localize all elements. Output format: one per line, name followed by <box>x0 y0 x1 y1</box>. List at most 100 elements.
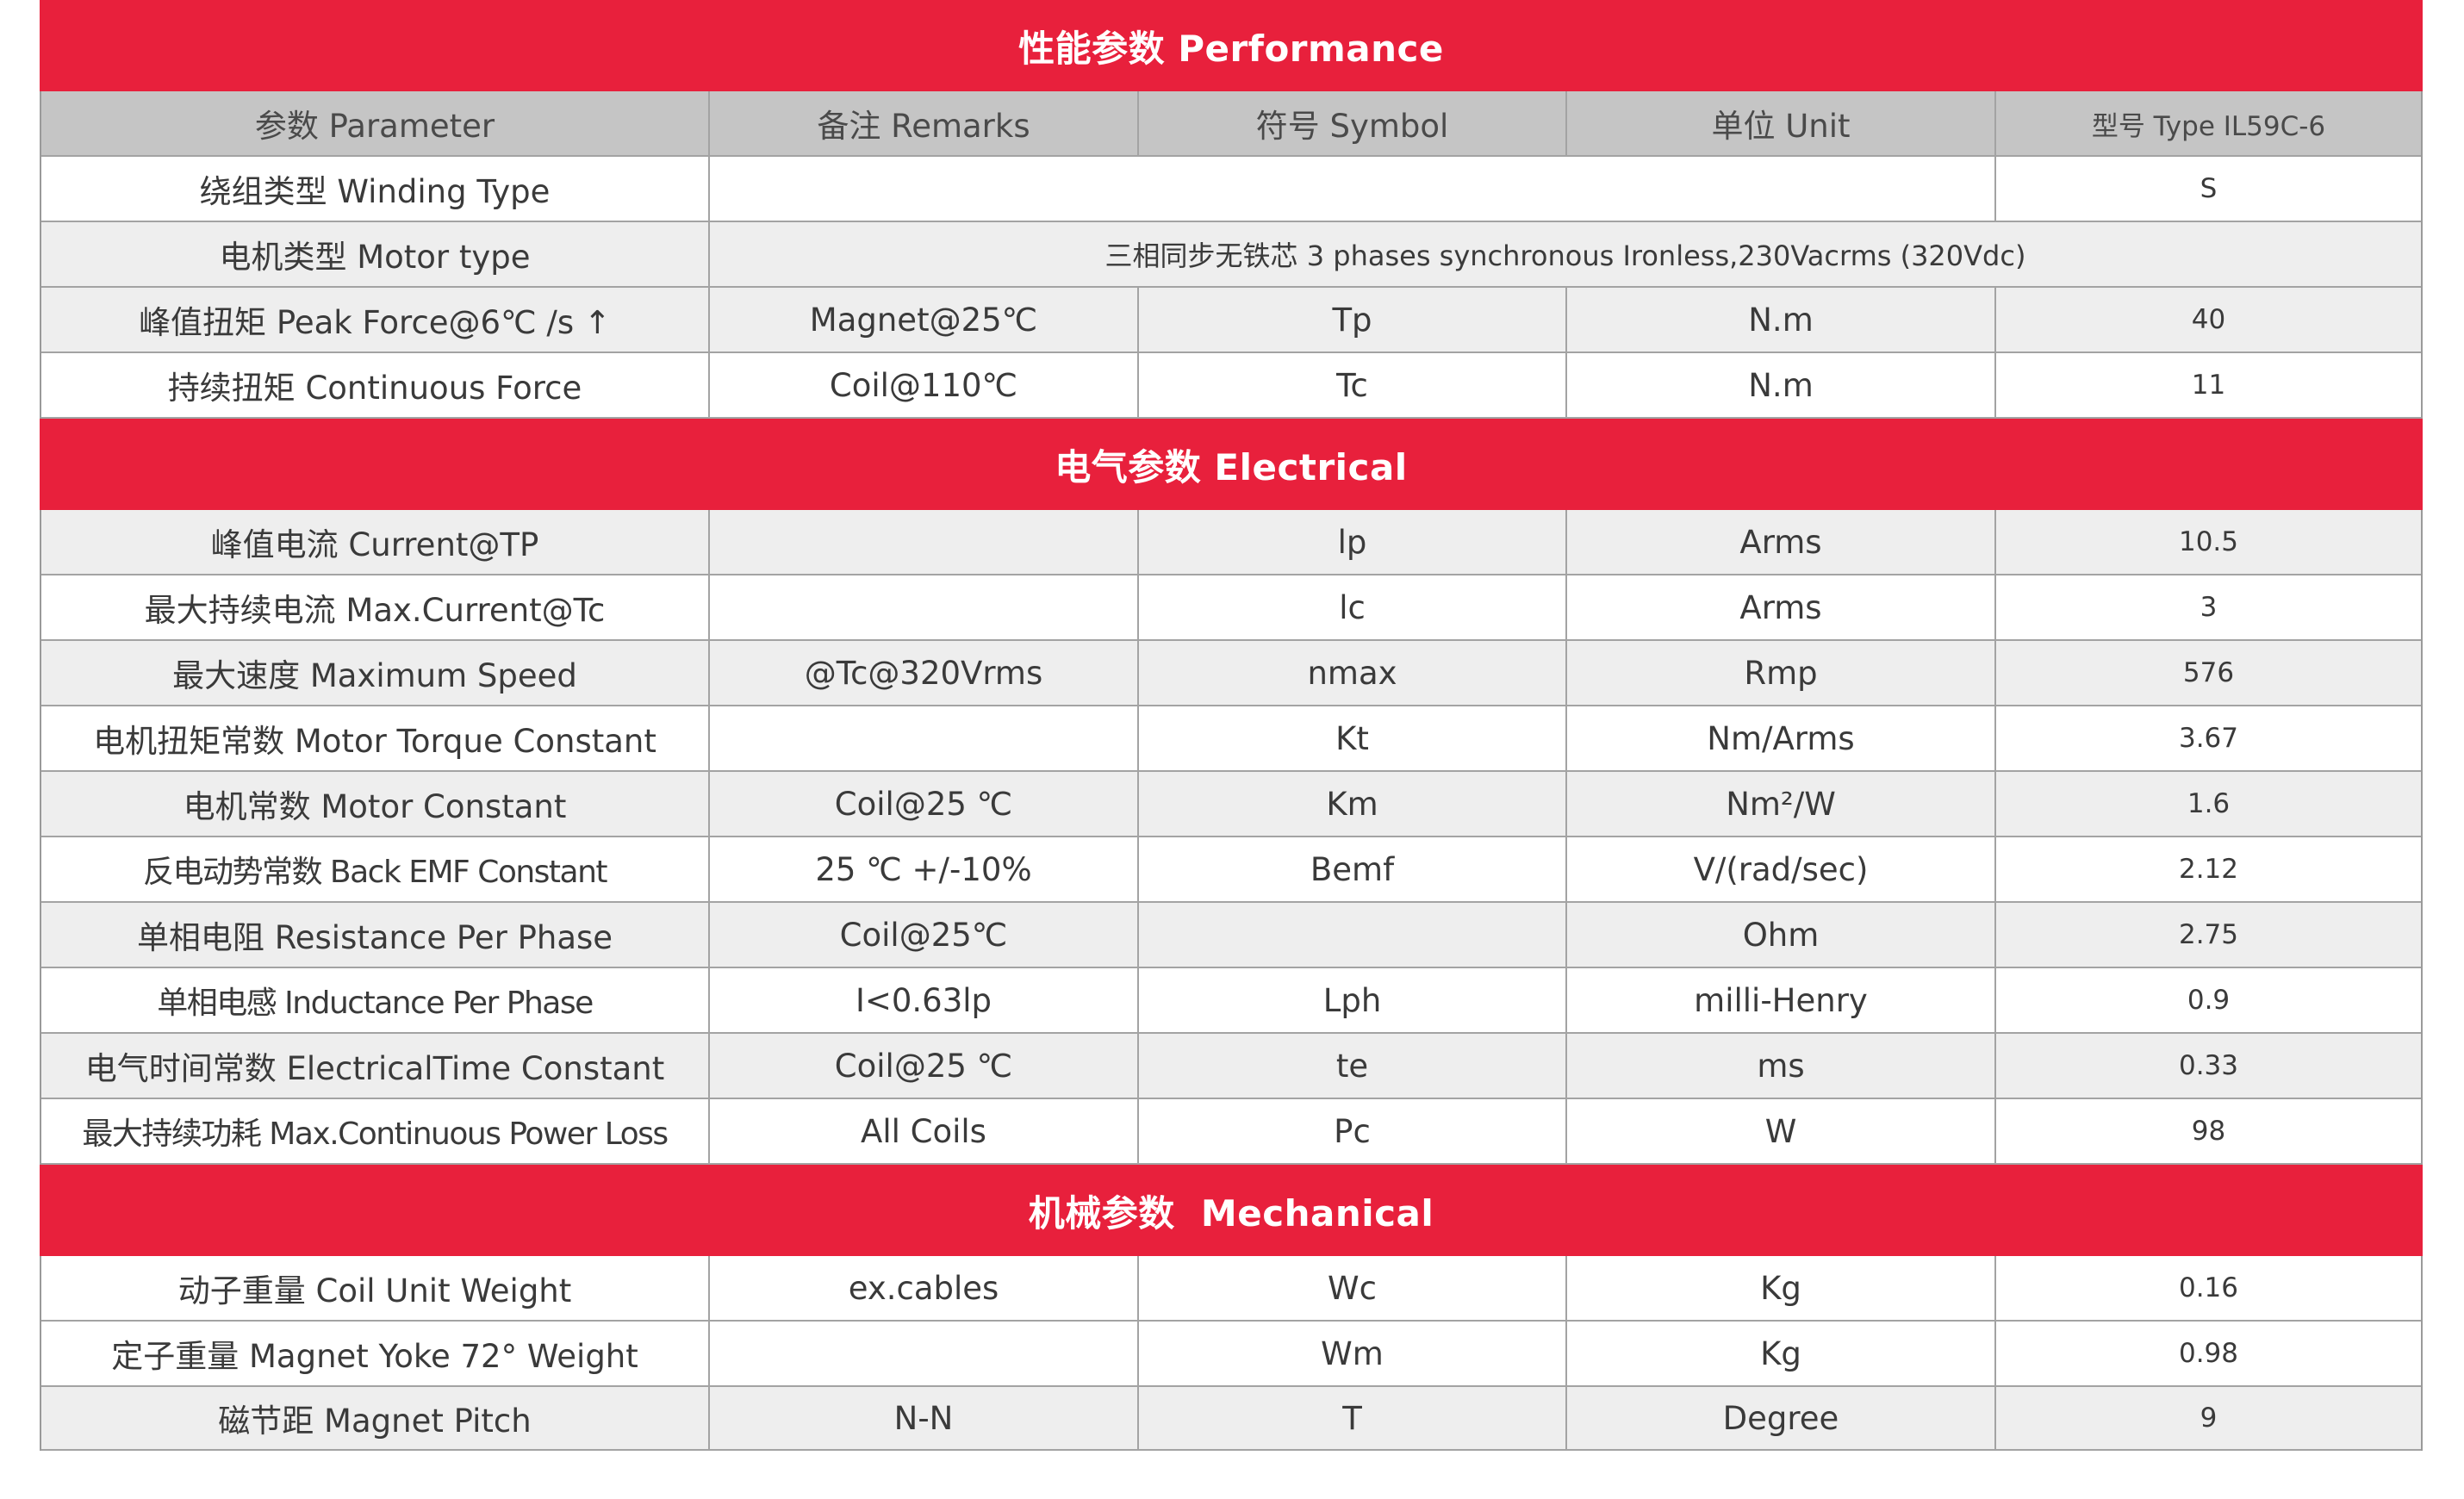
value-cell: 576 <box>2182 657 2235 688</box>
parameter-cell: 峰值扭矩 Peak Force@6℃ /s ↑ <box>41 288 710 351</box>
value-cell: 2.12 <box>2178 854 2239 885</box>
parameter-cell: 反电动势常数 Back EMF Constant <box>41 837 710 901</box>
parameter-cell: 持续扭矩 Continuous Force <box>41 353 710 417</box>
parameter-cell: 电气时间常数 ElectricalTime Constant <box>41 1034 710 1098</box>
electrical-grid: 峰值电流 Current@TP lp Arms 10.5 最大持续电流 Max.… <box>40 510 2423 1165</box>
table-row: 最大持续电流 Max.Current@Tc lc Arms 3 <box>41 575 2421 641</box>
parameter-cell: 单相电阻 Resistance Per Phase <box>41 903 710 967</box>
value-cell: 1.6 <box>2187 788 2231 819</box>
symbol-cell: Wm <box>1139 1322 1567 1385</box>
section-header-mechanical: 机械参数 Mechanical <box>40 1165 2423 1256</box>
performance-grid: 参数 Parameter 备注 Remarks 符号 Symbol 单位 Uni… <box>40 91 2423 419</box>
value-cell: 9 <box>2200 1403 2218 1434</box>
unit-cell: V/(rad/sec) <box>1567 837 1996 901</box>
table-row: 电机常数 Motor Constant Coil@25 ℃ Km Nm²/W 1… <box>41 772 2421 837</box>
unit-cell: N.m <box>1567 353 1996 417</box>
parameter-cell: 绕组类型 Winding Type <box>41 157 710 221</box>
remarks-cell <box>710 575 1139 639</box>
table-row-motor-type: 电机类型 Motor type 三相同步无铁芯 3 phases synchro… <box>41 222 2421 288</box>
value-cell: S <box>2200 173 2218 204</box>
table-row: 磁节距 Magnet Pitch N-N T Degree 9 <box>41 1387 2421 1451</box>
table-row: 动子重量 Coil Unit Weight ex.cables Wc Kg 0.… <box>41 1256 2421 1322</box>
value-cell: 0.33 <box>2178 1050 2239 1081</box>
remarks-cell: N-N <box>710 1387 1139 1449</box>
unit-cell: W <box>1567 1099 1996 1163</box>
value-cell: 10.5 <box>2178 526 2239 557</box>
section-title: 机械参数 Mechanical <box>1028 1191 1434 1235</box>
column-header-symbol: 符号 Symbol <box>1139 91 1567 155</box>
value-cell: 3.67 <box>2178 723 2239 754</box>
unit-cell: ms <box>1567 1034 1996 1098</box>
symbol-cell: Kt <box>1139 706 1567 770</box>
unit-cell: N.m <box>1567 288 1996 351</box>
table-row: 电气时间常数 ElectricalTime Constant Coil@25 ℃… <box>41 1034 2421 1099</box>
remarks-cell: Magnet@25℃ <box>710 288 1139 351</box>
unit-cell: Arms <box>1567 575 1996 639</box>
parameter-cell: 电机常数 Motor Constant <box>41 772 710 836</box>
mechanical-grid: 动子重量 Coil Unit Weight ex.cables Wc Kg 0.… <box>40 1256 2423 1451</box>
column-header-remarks: 备注 Remarks <box>710 91 1139 155</box>
unit-cell: Nm²/W <box>1567 772 1996 836</box>
column-header-parameter: 参数 Parameter <box>41 91 710 155</box>
parameter-cell: 最大持续电流 Max.Current@Tc <box>41 575 710 639</box>
symbol-cell: Lph <box>1139 968 1567 1032</box>
value-cell: 3 <box>2200 592 2218 623</box>
value-cell: 2.75 <box>2178 919 2239 950</box>
table-row-winding-type: 绕组类型 Winding Type S <box>41 157 2421 222</box>
symbol-cell: Tc <box>1139 353 1567 417</box>
section-title: 电气参数 Electrical <box>1055 445 1408 488</box>
unit-cell: Rmp <box>1567 641 1996 705</box>
table-row: 定子重量 Magnet Yoke 72° Weight Wm Kg 0.98 <box>41 1322 2421 1387</box>
symbol-cell: Wc <box>1139 1256 1567 1320</box>
parameter-cell: 峰值电流 Current@TP <box>41 510 710 574</box>
table-row: 峰值电流 Current@TP lp Arms 10.5 <box>41 510 2421 575</box>
table-row: 单相电阻 Resistance Per Phase Coil@25℃ Ohm 2… <box>41 903 2421 968</box>
remarks-cell <box>710 706 1139 770</box>
value-cell: 0.16 <box>2178 1272 2239 1303</box>
unit-cell: Kg <box>1567 1322 1996 1385</box>
symbol-cell <box>1139 903 1567 967</box>
unit-cell: Ohm <box>1567 903 1996 967</box>
merged-value-cell: 三相同步无铁芯 3 phases synchronous Ironless,23… <box>1104 239 2026 272</box>
table-row: 电机扭矩常数 Motor Torque Constant Kt Nm/Arms … <box>41 706 2421 772</box>
remarks-cell <box>710 510 1139 574</box>
symbol-cell: nmax <box>1139 641 1567 705</box>
spec-table: 性能参数 Performance 参数 Parameter 备注 Remarks… <box>40 0 2423 1451</box>
blank-merged-cell <box>710 157 1996 221</box>
parameter-cell: 单相电感 Inductance Per Phase <box>41 968 710 1032</box>
parameter-cell: 动子重量 Coil Unit Weight <box>41 1256 710 1320</box>
value-cell: 40 <box>2191 304 2226 335</box>
column-header-type: 型号 Type IL59C-6 <box>2091 110 2326 142</box>
symbol-cell: lp <box>1139 510 1567 574</box>
remarks-cell: @Tc@320Vrms <box>710 641 1139 705</box>
unit-cell: milli-Henry <box>1567 968 1996 1032</box>
parameter-cell: 电机扭矩常数 Motor Torque Constant <box>41 706 710 770</box>
value-cell: 11 <box>2191 370 2226 401</box>
column-header-row: 参数 Parameter 备注 Remarks 符号 Symbol 单位 Uni… <box>41 91 2421 157</box>
symbol-cell: Pc <box>1139 1099 1567 1163</box>
unit-cell: Degree <box>1567 1387 1996 1449</box>
unit-cell: Kg <box>1567 1256 1996 1320</box>
symbol-cell: T <box>1139 1387 1567 1449</box>
table-row: 持续扭矩 Continuous Force Coil@110℃ Tc N.m 1… <box>41 353 2421 419</box>
symbol-cell: Km <box>1139 772 1567 836</box>
section-title: 性能参数 Performance <box>1018 27 1444 70</box>
section-header-electrical: 电气参数 Electrical <box>40 419 2423 510</box>
unit-cell: Nm/Arms <box>1567 706 1996 770</box>
remarks-cell <box>710 1322 1139 1385</box>
unit-cell: Arms <box>1567 510 1996 574</box>
table-row: 最大速度 Maximum Speed @Tc@320Vrms nmax Rmp … <box>41 641 2421 706</box>
remarks-cell: All Coils <box>710 1099 1139 1163</box>
parameter-cell: 磁节距 Magnet Pitch <box>41 1387 710 1449</box>
parameter-cell: 电机类型 Motor type <box>41 222 710 286</box>
parameter-cell: 定子重量 Magnet Yoke 72° Weight <box>41 1322 710 1385</box>
value-cell: 0.9 <box>2187 985 2231 1016</box>
table-row: 最大持续功耗 Max.Continuous Power Loss All Coi… <box>41 1099 2421 1165</box>
remarks-cell: Coil@110℃ <box>710 353 1139 417</box>
table-row: 单相电感 Inductance Per Phase I<0.63lp Lph m… <box>41 968 2421 1034</box>
remarks-cell: Coil@25℃ <box>710 903 1139 967</box>
section-header-performance: 性能参数 Performance <box>40 0 2423 91</box>
symbol-cell: te <box>1139 1034 1567 1098</box>
remarks-cell: 25 ℃ +/-10% <box>710 837 1139 901</box>
remarks-cell: Coil@25 ℃ <box>710 772 1139 836</box>
